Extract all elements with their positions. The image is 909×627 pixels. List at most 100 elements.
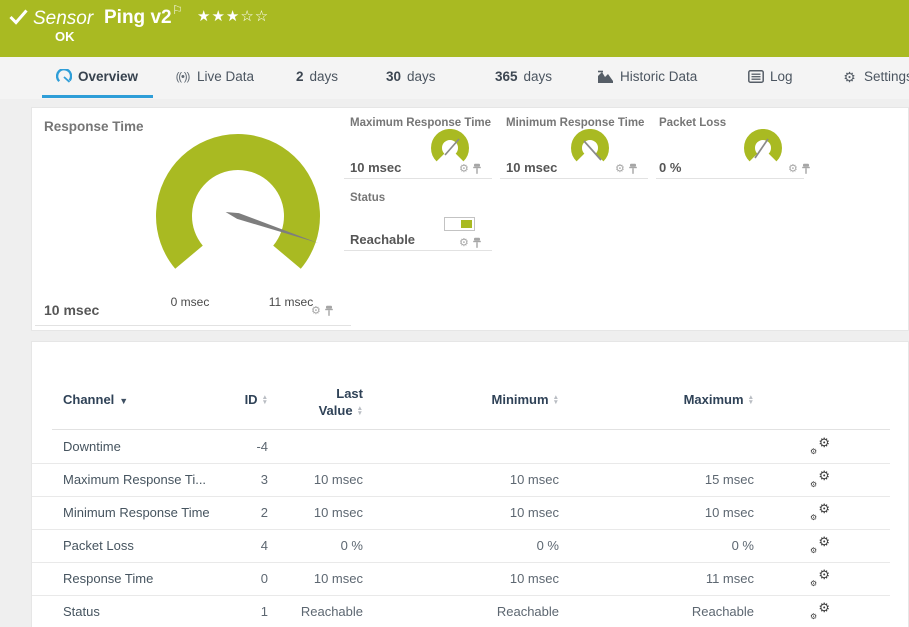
gauge-toolbar: ⚙ <box>459 237 482 249</box>
col-header-channel[interactable]: Channel▼ <box>63 392 128 407</box>
gauge-title-min-rt: Minimum Response Time <box>506 117 644 129</box>
gauge-value-response-time: 10 msec <box>44 302 99 318</box>
tab-historic-data-label: Historic Data <box>620 69 697 84</box>
tab-historic-data[interactable]: Historic Data <box>597 57 697 96</box>
channel-settings-icon[interactable]: ⚙⚙ <box>810 504 830 521</box>
channel-id: 2 <box>182 505 268 520</box>
priority-stars[interactable]: ★★★☆☆ <box>197 7 269 25</box>
sort-icon: ▲▼ <box>748 395 754 405</box>
gauge-toolbar: ⚙ <box>459 163 482 175</box>
gauge-value-status: Reachable <box>350 232 415 247</box>
stars-empty: ☆☆ <box>240 8 269 25</box>
section-divider <box>344 250 492 251</box>
channel-maximum: 0 % <box>607 538 754 553</box>
table-row: Packet Loss 4 0 % 0 % 0 % ⚙⚙ <box>32 529 890 563</box>
col-header-maximum[interactable]: Maximum ▲▼ <box>607 392 754 407</box>
channel-last-value: 10 msec <box>278 505 363 520</box>
channel-name: Response Time <box>63 571 153 586</box>
historic-chart-icon <box>597 70 614 84</box>
channel-name: Packet Loss <box>63 538 134 553</box>
sort-icon: ▲▼ <box>553 395 559 405</box>
gauge-toolbar: ⚙ <box>311 305 334 317</box>
tab-2-days[interactable]: 2 days <box>296 57 338 96</box>
channel-settings-icon[interactable]: ⚙⚙ <box>810 537 830 554</box>
gear-icon[interactable]: ⚙ <box>459 164 469 175</box>
status-indicator-on-block <box>461 220 472 228</box>
gauge-icon <box>55 69 72 84</box>
sort-desc-icon: ▼ <box>119 396 128 406</box>
sensor-title: Ping v2 <box>104 7 172 29</box>
channel-minimum: 10 msec <box>412 571 559 586</box>
pin-icon[interactable] <box>472 237 482 249</box>
channel-settings-icon[interactable]: ⚙⚙ <box>810 438 830 455</box>
channel-maximum: Reachable <box>607 604 754 619</box>
channel-last-value: 10 msec <box>278 472 363 487</box>
channel-maximum: 15 msec <box>607 472 754 487</box>
pin-icon[interactable] <box>628 163 638 175</box>
pin-icon[interactable] <box>801 163 811 175</box>
tab-2-days-number: 2 <box>296 69 304 84</box>
sensor-kind-label: Sensor <box>33 8 93 30</box>
prtg-sensor-page: Sensor Ping v2 ⚐ ★★★☆☆ OK Overview ((•))… <box>0 0 909 627</box>
settings-gear-icon: ⚙ <box>841 70 858 84</box>
tab-30-days[interactable]: 30 days <box>386 57 436 96</box>
live-data-icon: ((•)) <box>174 71 191 83</box>
channel-name: Status <box>63 604 100 619</box>
pin-icon[interactable] <box>472 163 482 175</box>
gauge-title-status: Status <box>350 192 385 204</box>
gauges-panel: Response Time 0 msec 11 msec 10 msec ⚙ M… <box>31 107 909 331</box>
col-header-maximum-label: Maximum <box>684 392 744 407</box>
section-divider <box>35 325 351 326</box>
col-header-id-label: ID <box>245 392 258 407</box>
tab-live-data[interactable]: ((•)) Live Data <box>174 57 254 96</box>
tab-overview[interactable]: Overview <box>55 57 138 96</box>
channel-id: 4 <box>182 538 268 553</box>
tab-365-days-number: 365 <box>495 69 518 84</box>
gear-icon[interactable]: ⚙ <box>788 164 798 175</box>
col-header-last-value[interactable]: Last Value▲▼ <box>278 385 363 419</box>
priority-flag-icon: ⚐ <box>172 3 183 17</box>
tab-overview-label: Overview <box>78 69 138 84</box>
tab-live-data-label: Live Data <box>197 69 254 84</box>
gauge-title-packet-loss: Packet Loss <box>659 117 726 129</box>
gauge-value-packet-loss: 0 % <box>659 160 681 175</box>
channel-settings-icon[interactable]: ⚙⚙ <box>810 471 830 488</box>
channel-name: Downtime <box>63 439 121 454</box>
log-icon <box>747 70 764 83</box>
channel-id: 1 <box>182 604 268 619</box>
channel-minimum: Reachable <box>412 604 559 619</box>
channel-maximum: 10 msec <box>607 505 754 520</box>
channel-minimum: 10 msec <box>412 505 559 520</box>
channel-last-value: Reachable <box>278 604 363 619</box>
table-row: Downtime -4 ⚙⚙ <box>32 430 890 464</box>
col-header-value-label: Value <box>319 403 353 418</box>
tab-log[interactable]: Log <box>747 57 793 96</box>
tab-365-days-label: days <box>524 69 553 84</box>
gear-icon[interactable]: ⚙ <box>459 238 469 249</box>
channel-last-value: 0 % <box>278 538 363 553</box>
section-divider <box>656 178 804 179</box>
col-header-id[interactable]: ID▲▼ <box>182 392 268 407</box>
channel-settings-icon[interactable]: ⚙⚙ <box>810 603 830 620</box>
gauge-title-response-time: Response Time <box>44 119 144 134</box>
table-row: Minimum Response Time 2 10 msec 10 msec … <box>32 496 890 530</box>
tab-settings[interactable]: ⚙ Settings <box>841 57 909 96</box>
channel-id: -4 <box>182 439 268 454</box>
gear-icon[interactable]: ⚙ <box>615 164 625 175</box>
status-check-icon <box>9 9 28 25</box>
pin-icon[interactable] <box>324 305 334 317</box>
channel-id: 0 <box>182 571 268 586</box>
tab-2-days-label: days <box>310 69 339 84</box>
channel-id: 3 <box>182 472 268 487</box>
tab-365-days[interactable]: 365 days <box>495 57 552 96</box>
packet-loss-gauge <box>741 129 785 169</box>
tab-30-days-label: days <box>407 69 436 84</box>
channel-settings-icon[interactable]: ⚙⚙ <box>810 570 830 587</box>
table-row: Maximum Response Ti... 3 10 msec 10 msec… <box>32 463 890 497</box>
status-indicator <box>444 217 475 231</box>
col-header-minimum-label: Minimum <box>492 392 549 407</box>
col-header-minimum[interactable]: Minimum ▲▼ <box>412 392 559 407</box>
stars-filled: ★★★ <box>197 8 240 25</box>
col-header-last-label: Last <box>336 386 363 401</box>
gear-icon[interactable]: ⚙ <box>311 306 321 317</box>
